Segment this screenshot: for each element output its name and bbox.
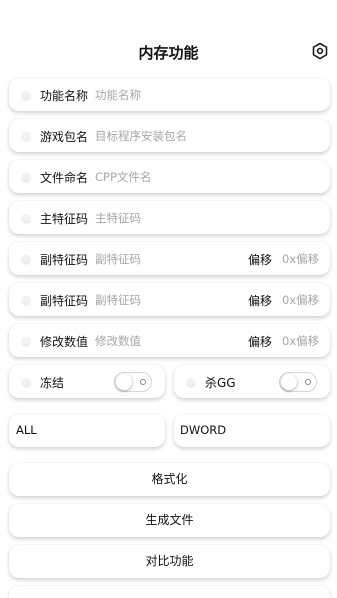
field-label: 副特征码 (40, 253, 89, 267)
offset-label: 偏移 (248, 253, 273, 267)
field-label: 游戏包名 (40, 130, 89, 144)
radio-icon (22, 214, 30, 222)
generate-file-button[interactable]: 生成文件 (9, 504, 330, 537)
radio-icon (22, 255, 30, 263)
field-label: 副特征码 (40, 294, 89, 308)
radio-icon (22, 378, 30, 386)
kill-gg-toggle-row[interactable]: 杀GG (174, 365, 330, 398)
package-name-field[interactable]: 游戏包名 目标程序安装包名 (9, 119, 330, 152)
field-label: 主特征码 (40, 212, 89, 226)
format-button[interactable]: 格式化 (9, 463, 330, 496)
field-label: 文件命名 (40, 171, 89, 185)
modify-value-input[interactable]: 修改数值 (95, 333, 141, 349)
file-name-field[interactable]: 文件命名 CPP文件名 (9, 160, 330, 193)
off-indicator-icon (305, 379, 311, 385)
function-name-field[interactable]: 功能名称 功能名称 (9, 78, 330, 111)
memory-range-value: ALL (16, 423, 37, 437)
off-indicator-icon (140, 379, 146, 385)
compare-button[interactable]: 对比功能 (9, 545, 330, 578)
radio-icon (22, 296, 30, 304)
function-name-input[interactable]: 功能名称 (95, 87, 141, 103)
offset-input[interactable]: 0x偏移 (282, 251, 319, 267)
modify-value-field[interactable]: 修改数值 修改数值 偏移 0x偏移 (9, 324, 330, 357)
radio-icon (22, 173, 30, 181)
main-signature-input[interactable]: 主特征码 (95, 210, 141, 226)
more-button[interactable] (9, 586, 330, 598)
offset-input[interactable]: 0x偏移 (282, 292, 319, 308)
sub-signature-input[interactable]: 副特征码 (95, 292, 141, 308)
value-type-select[interactable]: DWORD (174, 414, 330, 447)
freeze-label: 冻结 (40, 376, 65, 390)
memory-range-select[interactable]: ALL (9, 414, 165, 447)
offset-label: 偏移 (248, 335, 273, 349)
sub-signature-input[interactable]: 副特征码 (95, 251, 141, 267)
sub-signature-field-2[interactable]: 副特征码 副特征码 偏移 0x偏移 (9, 283, 330, 316)
switch-knob (281, 374, 297, 390)
radio-icon (187, 378, 195, 386)
field-label: 功能名称 (40, 89, 89, 103)
main-signature-field[interactable]: 主特征码 主特征码 (9, 201, 330, 234)
radio-icon (22, 91, 30, 99)
package-name-input[interactable]: 目标程序安装包名 (95, 128, 187, 144)
sub-signature-field-1[interactable]: 副特征码 副特征码 偏移 0x偏移 (9, 242, 330, 275)
header: 内存功能 (0, 36, 337, 68)
kill-gg-switch[interactable] (279, 372, 317, 392)
freeze-switch[interactable] (114, 372, 152, 392)
freeze-toggle-row[interactable]: 冻结 (9, 365, 165, 398)
radio-icon (22, 132, 30, 140)
switch-knob (116, 374, 132, 390)
kill-gg-label: 杀GG (205, 376, 236, 390)
radio-icon (22, 337, 30, 345)
offset-label: 偏移 (248, 294, 273, 308)
offset-input[interactable]: 0x偏移 (282, 333, 319, 349)
settings-icon[interactable] (311, 42, 329, 60)
value-type-value: DWORD (180, 423, 227, 437)
field-label: 修改数值 (40, 335, 89, 349)
file-name-input[interactable]: CPP文件名 (95, 169, 151, 185)
page-title: 内存功能 (138, 44, 199, 62)
